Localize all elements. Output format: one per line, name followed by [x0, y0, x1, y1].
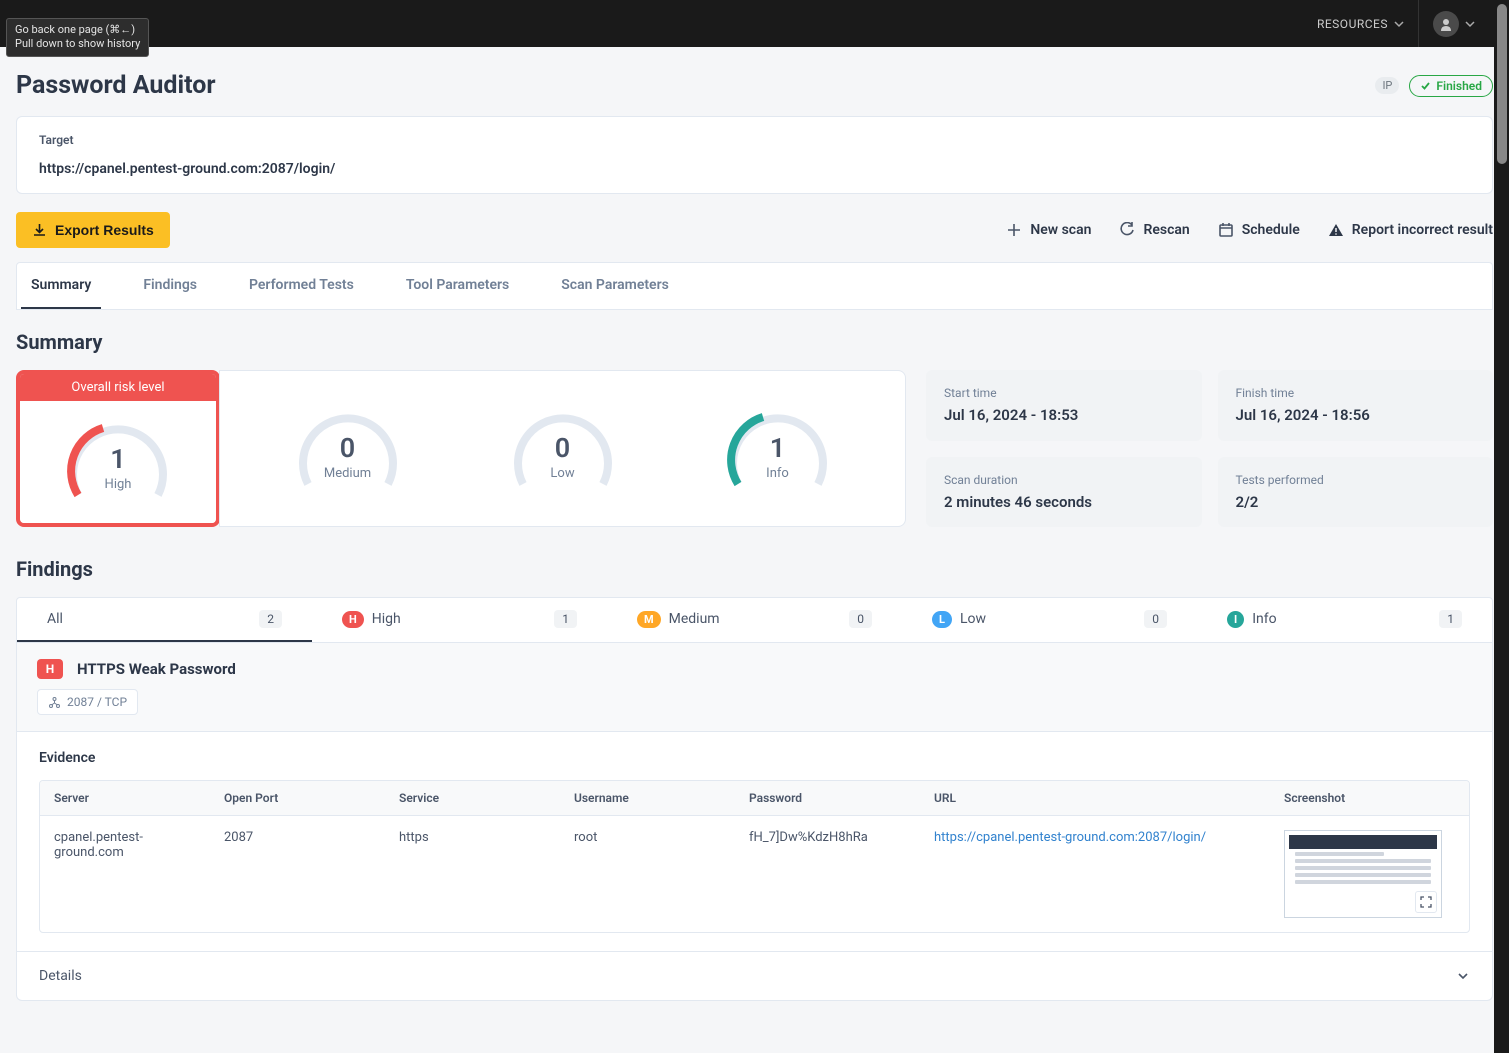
chevron-down-icon [1456, 969, 1470, 983]
user-avatar-icon [1433, 11, 1459, 37]
severity-high-badge: H [37, 659, 63, 679]
chevron-down-icon [1394, 19, 1404, 29]
gauges-card: 0Medium 0Low 1Info [219, 370, 906, 527]
tests-performed-card: Tests performed2/2 [1218, 457, 1494, 528]
refresh-icon [1119, 222, 1135, 238]
table-row: cpanel.pentest-ground.com 2087 https roo… [40, 816, 1469, 933]
target-card: Target https://cpanel.pentest-ground.com… [16, 116, 1493, 194]
filter-all[interactable]: All 2 [17, 598, 312, 642]
export-button[interactable]: Export Results [16, 212, 170, 248]
status-pill: Finished [1409, 75, 1493, 97]
evidence-heading: Evidence [39, 750, 1470, 766]
tab-findings[interactable]: Findings [133, 263, 207, 309]
scrollbar[interactable] [1494, 0, 1509, 1053]
rescan-button[interactable]: Rescan [1119, 222, 1189, 238]
schedule-button[interactable]: Schedule [1218, 222, 1300, 238]
severity-medium-badge: M [637, 611, 661, 628]
target-label: Target [39, 133, 1470, 147]
tab-performed-tests[interactable]: Performed Tests [239, 263, 364, 309]
screenshot-thumbnail[interactable] [1284, 830, 1442, 918]
finding-card: H HTTPS Weak Password 2087 / TCP Evidenc… [16, 643, 1493, 1001]
start-time-card: Start timeJul 16, 2024 - 18:53 [926, 370, 1202, 441]
overall-risk-card: Overall risk level 1 High [16, 370, 220, 527]
network-icon [48, 696, 61, 709]
ip-badge: IP [1375, 77, 1399, 94]
evidence-url-link[interactable]: https://cpanel.pentest-ground.com:2087/l… [934, 830, 1206, 845]
report-incorrect-button[interactable]: Report incorrect result [1328, 222, 1493, 238]
severity-low-badge: L [932, 611, 952, 628]
tab-summary[interactable]: Summary [21, 263, 101, 309]
filter-info[interactable]: IInfo 1 [1197, 598, 1492, 642]
port-chip: 2087 / TCP [37, 689, 138, 715]
user-menu[interactable] [1419, 0, 1489, 47]
warning-icon [1328, 222, 1344, 238]
tab-tool-parameters[interactable]: Tool Parameters [396, 263, 519, 309]
finding-title: HTTPS Weak Password [77, 660, 236, 678]
expand-icon[interactable] [1415, 891, 1437, 913]
filter-medium[interactable]: MMedium 0 [607, 598, 902, 642]
summary-heading: Summary [16, 330, 1493, 354]
chevron-down-icon [1465, 19, 1475, 29]
filter-high[interactable]: HHigh 1 [312, 598, 607, 642]
scan-duration-card: Scan duration2 minutes 46 seconds [926, 457, 1202, 528]
tab-scan-parameters[interactable]: Scan Parameters [551, 263, 679, 309]
details-toggle[interactable]: Details [17, 951, 1492, 1000]
main-tabs: Summary Findings Performed Tests Tool Pa… [16, 262, 1493, 310]
resources-menu[interactable]: RESOURCES [1303, 0, 1419, 47]
download-icon [32, 223, 47, 238]
severity-high-badge: H [342, 611, 364, 628]
check-icon [1420, 80, 1431, 91]
new-scan-button[interactable]: New scan [1006, 222, 1091, 238]
calendar-icon [1218, 222, 1234, 238]
severity-info-badge: I [1227, 611, 1244, 628]
finish-time-card: Finish timeJul 16, 2024 - 18:56 [1218, 370, 1494, 441]
topbar: Go back one page (⌘←) Pull down to show … [0, 0, 1509, 47]
findings-heading: Findings [16, 557, 1493, 581]
evidence-table: Server Open Port Service Username Passwo… [40, 781, 1469, 932]
findings-filter-tabs: All 2 HHigh 1 MMedium 0 LLow 0 IInfo 1 [16, 597, 1493, 643]
back-tooltip: Go back one page (⌘←) Pull down to show … [6, 18, 149, 57]
filter-low[interactable]: LLow 0 [902, 598, 1197, 642]
target-url: https://cpanel.pentest-ground.com:2087/l… [39, 161, 1470, 177]
page-title: Password Auditor [16, 71, 215, 100]
plus-icon [1006, 222, 1022, 238]
